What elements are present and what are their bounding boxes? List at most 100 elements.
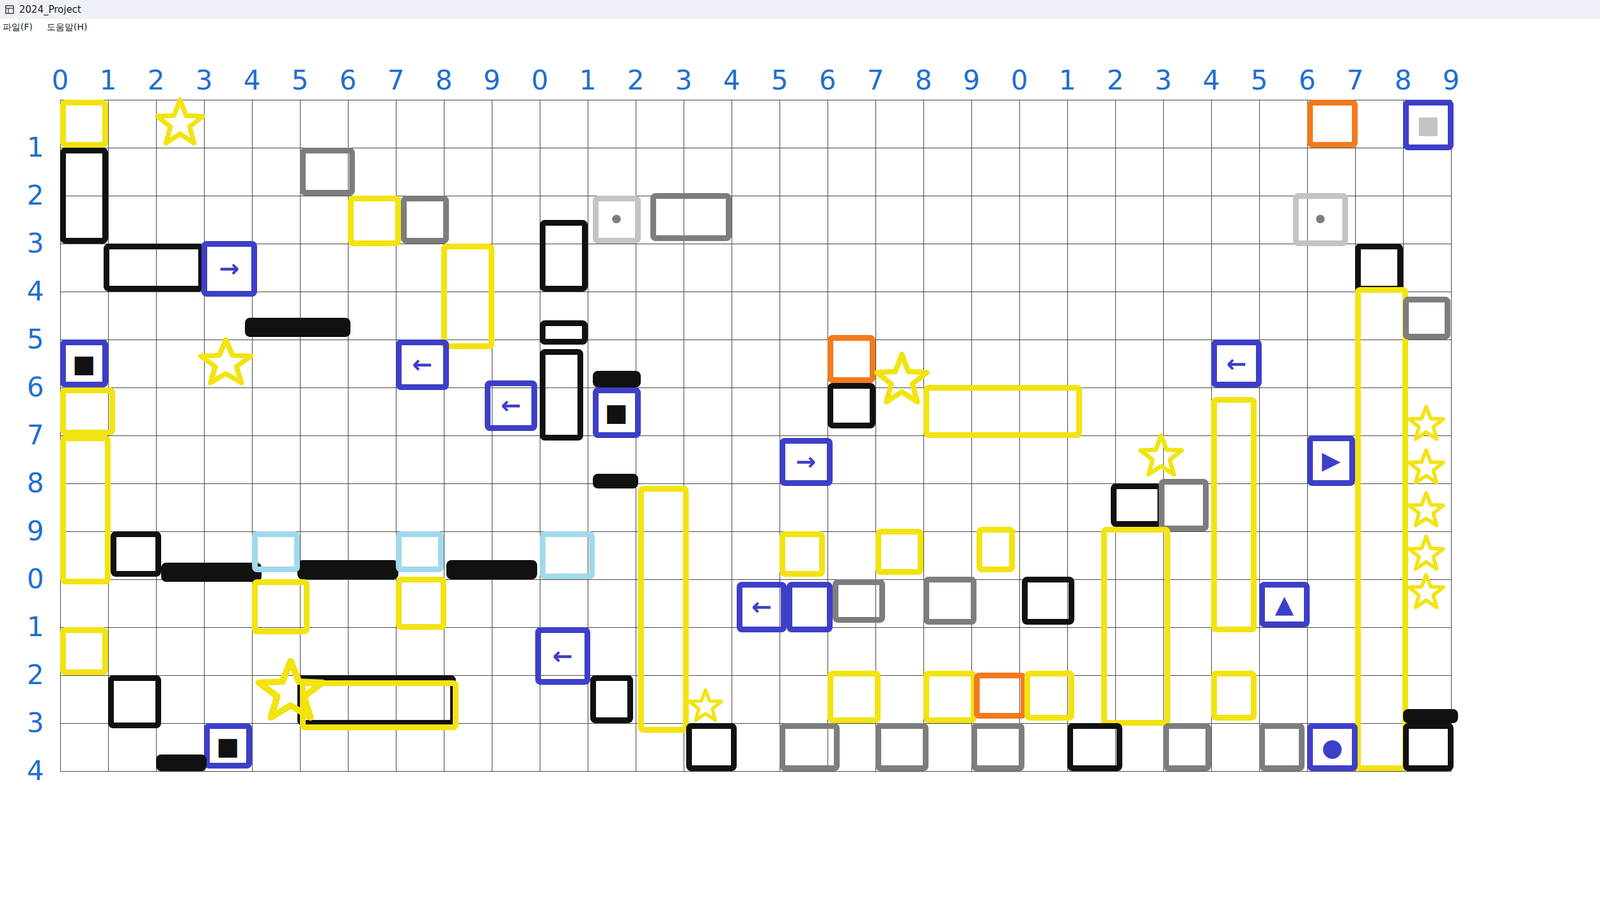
map-tile[interactable] <box>299 147 355 196</box>
platform-bar[interactable] <box>592 473 639 489</box>
platform-bar[interactable] <box>156 754 207 772</box>
column-label: 6 <box>324 61 373 100</box>
map-tile[interactable]: ▶ <box>1307 435 1356 487</box>
map-tile[interactable]: ← <box>1211 339 1262 388</box>
column-label: 1 <box>84 61 133 100</box>
map-tile[interactable] <box>779 723 840 772</box>
platform-bar[interactable] <box>161 562 263 582</box>
map-tile[interactable] <box>251 579 310 635</box>
map-tile[interactable] <box>395 576 447 630</box>
star-icon <box>1408 574 1444 611</box>
map-tile[interactable] <box>1403 296 1451 341</box>
map-tile[interactable] <box>60 435 111 585</box>
map-tile[interactable] <box>1403 723 1454 772</box>
map-tile[interactable] <box>923 384 1083 439</box>
map-tile[interactable] <box>923 670 977 724</box>
map-tile[interactable] <box>60 627 109 676</box>
star-icon <box>1408 406 1444 443</box>
map-tile[interactable]: ■ <box>1403 99 1454 151</box>
map-tile[interactable] <box>875 723 929 772</box>
map-tile[interactable] <box>875 528 924 575</box>
map-grid[interactable]: ■→■←←•■•→←▶←■←●▲● <box>60 99 1452 772</box>
map-tile[interactable] <box>923 576 977 625</box>
map-tile[interactable] <box>1211 397 1257 633</box>
map-tile[interactable] <box>827 383 876 429</box>
map-tile[interactable] <box>779 531 825 577</box>
star-icon <box>199 339 253 388</box>
map-tile[interactable]: ● <box>1307 723 1358 772</box>
map-tile[interactable] <box>400 195 449 244</box>
map-tile[interactable] <box>971 723 1025 772</box>
map-tile[interactable] <box>1024 670 1075 722</box>
map-tile[interactable] <box>973 672 1028 719</box>
map-tile[interactable]: ● <box>786 581 832 633</box>
map-tile[interactable]: • <box>1293 193 1349 247</box>
platform-bar[interactable] <box>297 560 399 580</box>
map-tile[interactable] <box>108 675 162 729</box>
tile-glyph: ▶ <box>1321 448 1341 473</box>
map-tile[interactable] <box>539 531 595 580</box>
map-tile[interactable]: → <box>201 241 257 297</box>
menu-item[interactable]: 도움말(H) <box>46 20 87 35</box>
column-label: 7 <box>1331 61 1380 100</box>
map-tile[interactable] <box>650 193 733 242</box>
map-tile[interactable]: ← <box>736 581 788 633</box>
map-tile[interactable] <box>1101 526 1171 726</box>
column-label: 8 <box>420 61 469 100</box>
map-tile[interactable] <box>539 219 588 293</box>
map-tile[interactable] <box>827 335 876 384</box>
map-tile[interactable] <box>1259 723 1305 772</box>
map-tile[interactable] <box>299 680 459 731</box>
map-tile[interactable] <box>347 195 401 247</box>
map-tile[interactable] <box>1307 99 1358 148</box>
map-tile[interactable] <box>60 387 116 436</box>
map-tile[interactable] <box>60 147 109 244</box>
map-tile[interactable] <box>1211 670 1257 722</box>
platform-bar[interactable] <box>446 560 538 580</box>
map-tile[interactable]: ← <box>535 627 591 685</box>
map-tile[interactable] <box>60 99 109 148</box>
map-tile[interactable] <box>1021 576 1075 625</box>
map-tile[interactable] <box>110 531 162 577</box>
map-tile[interactable] <box>638 486 689 733</box>
map-tile[interactable] <box>1110 483 1164 527</box>
platform-bar[interactable] <box>1403 709 1459 724</box>
map-tile[interactable] <box>832 579 886 623</box>
map-tile[interactable] <box>686 723 737 772</box>
window-title: 2024_Project <box>19 3 82 16</box>
map-tile[interactable]: → <box>779 438 833 487</box>
map-tile[interactable] <box>1355 243 1404 292</box>
row-label: 2 <box>0 172 61 220</box>
row-label: 3 <box>0 219 61 268</box>
column-label: 6 <box>803 61 852 100</box>
column-label: 6 <box>1283 61 1332 100</box>
map-tile[interactable]: ← <box>484 380 538 432</box>
map-tile[interactable]: ▲ <box>1259 581 1310 628</box>
map-tile[interactable]: ■ <box>60 339 109 388</box>
map-tile[interactable] <box>395 531 444 573</box>
map-tile[interactable] <box>539 349 584 441</box>
map-tile[interactable] <box>1067 723 1123 772</box>
platform-bar[interactable] <box>592 370 641 388</box>
map-tile[interactable] <box>1355 287 1409 772</box>
map-tile[interactable] <box>251 531 300 573</box>
column-label: 2 <box>132 61 181 100</box>
map-tile[interactable] <box>103 243 205 292</box>
menu-item[interactable]: 파일(F) <box>2 20 33 35</box>
map-tile[interactable] <box>1158 478 1210 533</box>
map-tile[interactable]: ■ <box>592 387 641 439</box>
platform-bar[interactable] <box>244 317 351 338</box>
map-tile[interactable] <box>827 670 881 724</box>
tile-glyph: ▲ <box>1275 592 1294 617</box>
row-label: 5 <box>0 315 61 364</box>
map-tile[interactable]: • <box>592 195 641 244</box>
row-label: 1 <box>0 124 61 173</box>
map-tile[interactable] <box>976 526 1015 573</box>
map-tile[interactable] <box>539 320 588 345</box>
map-tile[interactable] <box>590 675 634 724</box>
map-tile[interactable] <box>441 243 495 350</box>
map-tile[interactable] <box>1163 723 1212 772</box>
map-tile[interactable]: ■ <box>203 723 252 769</box>
column-label: 5 <box>276 61 325 100</box>
map-tile[interactable]: ← <box>395 339 449 391</box>
